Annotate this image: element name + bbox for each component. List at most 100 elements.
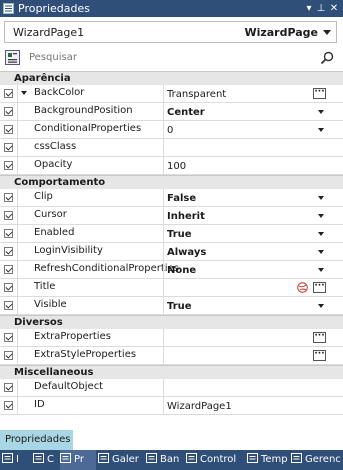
toolbox-icon bbox=[2, 453, 13, 463]
property-row[interactable]: ID WizardPage1 bbox=[0, 397, 343, 415]
property-row[interactable]: Clip False bbox=[0, 189, 343, 207]
bottom-tab[interactable]: Ban bbox=[146, 450, 184, 470]
property-row[interactable]: BackColor Transparent ··· bbox=[0, 85, 343, 103]
chevron-down-icon[interactable] bbox=[318, 304, 324, 308]
bottom-tab[interactable]: Temp bbox=[247, 450, 289, 470]
search-input[interactable] bbox=[26, 49, 321, 66]
property-name: RefreshConditionalProperties bbox=[34, 263, 179, 274]
object-selector[interactable]: WizardPage1 WizardPage bbox=[4, 21, 337, 43]
property-value[interactable]: 100 bbox=[167, 161, 186, 172]
property-row[interactable]: cssClass bbox=[0, 139, 343, 157]
chevron-down-icon[interactable] bbox=[318, 214, 324, 218]
category-header[interactable]: Diversos bbox=[0, 315, 343, 329]
close-icon[interactable]: ✕ bbox=[327, 1, 341, 16]
property-value[interactable]: True bbox=[167, 301, 192, 312]
property-checkbox[interactable] bbox=[4, 401, 13, 410]
bottom-tab[interactable]: Pr bbox=[60, 450, 96, 470]
property-checkbox[interactable] bbox=[4, 161, 13, 170]
divider bbox=[17, 139, 18, 156]
chevron-down-icon[interactable] bbox=[318, 196, 324, 200]
property-checkbox[interactable] bbox=[4, 265, 13, 274]
property-row[interactable]: RefreshConditionalProperties None bbox=[0, 261, 343, 279]
property-row[interactable]: Cursor Inherit bbox=[0, 207, 343, 225]
chevron-down-icon[interactable] bbox=[318, 232, 324, 236]
expand-arrow-icon[interactable] bbox=[21, 91, 27, 95]
chevron-down-icon[interactable] bbox=[318, 128, 324, 132]
category-header[interactable]: Aparência bbox=[0, 71, 343, 85]
ellipsis-button[interactable]: ··· bbox=[313, 282, 326, 293]
property-checkbox[interactable] bbox=[4, 333, 13, 342]
property-name: ExtraStyleProperties bbox=[34, 349, 137, 360]
bottom-tab[interactable]: C bbox=[33, 450, 58, 470]
database-icon bbox=[146, 453, 157, 463]
property-row[interactable]: ConditionalProperties 0 bbox=[0, 121, 343, 139]
property-checkbox[interactable] bbox=[4, 143, 13, 152]
tab-propriedades[interactable]: Propriedades bbox=[0, 430, 73, 450]
bottom-tab[interactable]: Control bbox=[186, 450, 245, 470]
property-value[interactable]: Center bbox=[167, 107, 205, 118]
divider bbox=[163, 121, 164, 138]
chevron-down-icon[interactable] bbox=[323, 30, 331, 35]
property-value[interactable]: True bbox=[167, 229, 192, 240]
chevron-down-icon[interactable] bbox=[318, 268, 324, 272]
divider bbox=[163, 207, 164, 224]
property-name: Cursor bbox=[34, 209, 67, 220]
property-value[interactable]: WizardPage1 bbox=[167, 401, 232, 412]
property-value[interactable]: Transparent bbox=[167, 89, 226, 100]
gear-icon bbox=[33, 453, 44, 463]
property-row[interactable]: DefaultObject bbox=[0, 379, 343, 397]
categorized-view-icon[interactable] bbox=[5, 50, 20, 65]
property-row[interactable]: BackgroundPosition Center bbox=[0, 103, 343, 121]
bottom-tab[interactable]: Galer bbox=[98, 450, 144, 470]
divider bbox=[163, 243, 164, 260]
property-checkbox[interactable] bbox=[4, 211, 13, 220]
manager-icon bbox=[291, 453, 302, 463]
category-header[interactable]: Miscellaneous bbox=[0, 365, 343, 379]
template-icon bbox=[247, 453, 258, 463]
property-name: ID bbox=[34, 399, 45, 410]
divider bbox=[17, 379, 18, 396]
search-icon[interactable] bbox=[320, 51, 334, 65]
chevron-down-icon[interactable] bbox=[318, 110, 324, 114]
chevron-down-icon[interactable] bbox=[318, 250, 324, 254]
property-checkbox[interactable] bbox=[4, 89, 13, 98]
property-row[interactable]: ExtraProperties ··· bbox=[0, 329, 343, 347]
property-checkbox[interactable] bbox=[4, 301, 13, 310]
bottom-tab[interactable]: Gerenc bbox=[291, 450, 343, 470]
window-title: Propriedades bbox=[18, 2, 90, 15]
property-checkbox[interactable] bbox=[4, 107, 13, 116]
property-checkbox[interactable] bbox=[4, 351, 13, 360]
property-checkbox[interactable] bbox=[4, 383, 13, 392]
ellipsis-button[interactable]: ··· bbox=[313, 332, 326, 343]
property-value[interactable]: False bbox=[167, 193, 196, 204]
property-row[interactable]: ExtraStyleProperties ··· bbox=[0, 347, 343, 365]
property-row[interactable]: Opacity 100 bbox=[0, 157, 343, 175]
property-checkbox[interactable] bbox=[4, 125, 13, 134]
control-icon bbox=[186, 453, 197, 463]
category-header[interactable]: Comportamento bbox=[0, 175, 343, 189]
property-row[interactable]: LoginVisibility Always bbox=[0, 243, 343, 261]
pin-icon[interactable]: ⊥ bbox=[314, 1, 328, 16]
ellipsis-button[interactable]: ··· bbox=[313, 350, 326, 361]
property-name: DefaultObject bbox=[34, 381, 104, 392]
property-value[interactable]: 0 bbox=[167, 125, 173, 136]
property-checkbox[interactable] bbox=[4, 283, 13, 292]
property-value[interactable]: Always bbox=[167, 247, 206, 258]
bottom-tab[interactable]: I bbox=[2, 450, 31, 470]
bottom-tab-label: Galer bbox=[112, 454, 139, 465]
divider bbox=[17, 397, 18, 414]
property-value[interactable]: None bbox=[167, 265, 196, 276]
property-row[interactable]: Title ··· bbox=[0, 279, 343, 297]
property-row[interactable]: Visible True bbox=[0, 297, 343, 315]
divider bbox=[17, 207, 18, 224]
bottom-tab-bar: I C Pr Galer Ban Control Temp Gerenc bbox=[0, 450, 343, 470]
property-checkbox[interactable] bbox=[4, 247, 13, 256]
property-value[interactable]: Inherit bbox=[167, 211, 205, 222]
globe-icon[interactable] bbox=[297, 282, 308, 293]
property-row[interactable]: Enabled True bbox=[0, 225, 343, 243]
divider bbox=[163, 347, 164, 364]
property-checkbox[interactable] bbox=[4, 229, 13, 238]
ellipsis-button[interactable]: ··· bbox=[313, 88, 326, 99]
bottom-tab-label: Control bbox=[200, 454, 237, 465]
property-checkbox[interactable] bbox=[4, 193, 13, 202]
